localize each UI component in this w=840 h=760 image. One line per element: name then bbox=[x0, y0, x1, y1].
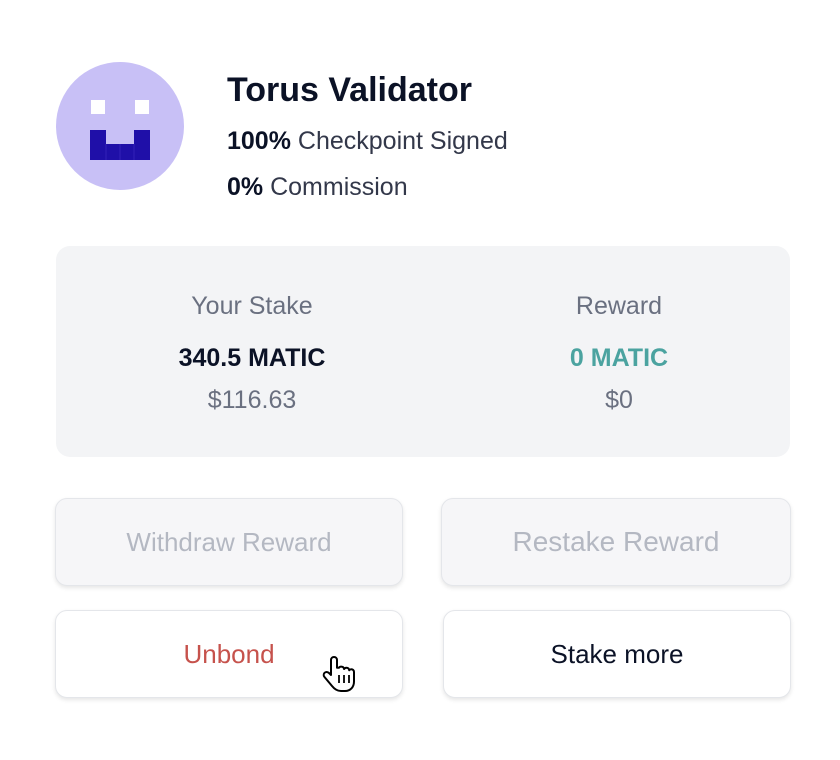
reward-column: Reward 0 MATIC $0 bbox=[436, 246, 802, 457]
commission-label: Commission bbox=[270, 173, 408, 201]
your-stake-label: Your Stake bbox=[191, 292, 313, 320]
identicon-icon bbox=[90, 100, 150, 160]
validator-name: Torus Validator bbox=[227, 71, 472, 109]
stake-summary-panel: Your Stake 340.5 MATIC $116.63 Reward 0 … bbox=[56, 246, 790, 457]
validator-avatar bbox=[56, 62, 184, 190]
checkpoint-signed: 100% Checkpoint Signed bbox=[227, 124, 508, 158]
reward-label: Reward bbox=[575, 292, 663, 320]
restake-reward-button[interactable]: Restake Reward bbox=[441, 498, 791, 586]
commission: 0% Commission bbox=[227, 170, 508, 204]
validator-info: Torus Validator 100% Checkpoint Signed 0… bbox=[227, 68, 508, 216]
withdraw-reward-button[interactable]: Withdraw Reward bbox=[55, 498, 403, 586]
checkpoint-label: Checkpoint Signed bbox=[297, 127, 508, 155]
reward-amount: 0 MATIC bbox=[569, 344, 669, 372]
your-stake-amount: 340.5 MATIC bbox=[178, 344, 326, 372]
your-stake-column: Your Stake 340.5 MATIC $116.63 bbox=[70, 246, 434, 457]
checkpoint-value: 100% bbox=[227, 127, 291, 155]
your-stake-fiat: $116.63 bbox=[207, 386, 297, 414]
reward-fiat: $0 bbox=[605, 386, 633, 414]
hand-pointer-icon bbox=[322, 655, 358, 695]
stake-more-button[interactable]: Stake more bbox=[443, 610, 791, 698]
commission-value: 0% bbox=[227, 173, 264, 201]
